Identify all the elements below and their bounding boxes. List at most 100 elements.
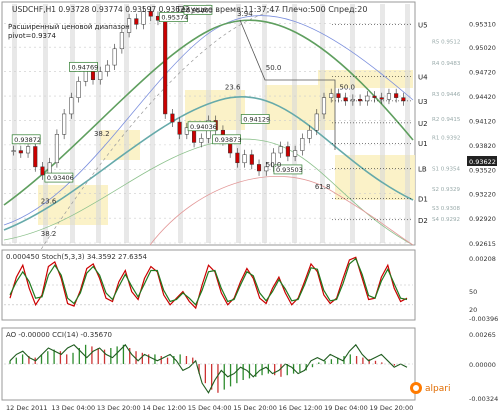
pivot-label: R5 0.9512	[432, 40, 460, 46]
time-label: 12 Dec 2011	[6, 404, 48, 412]
level-label: D2	[418, 217, 428, 225]
candle-body	[394, 93, 399, 98]
candle-body	[350, 99, 355, 102]
pivot-label: R2 0.9415	[432, 117, 461, 123]
candle-body	[365, 95, 370, 102]
candle-body	[54, 134, 59, 164]
price-tick: 0.92615	[469, 240, 496, 248]
time-label: 19 Dec 04:00	[324, 404, 368, 412]
candle-body	[134, 18, 139, 25]
candle-body	[119, 32, 124, 50]
pivot-label: R1 0.9392	[432, 136, 460, 142]
candle-body	[76, 81, 81, 98]
candle-body	[343, 97, 348, 102]
level-label: U5	[418, 21, 428, 29]
price-tick: 0.95310	[469, 21, 496, 29]
session-band	[70, 4, 75, 243]
time-label: 16 Dec 12:00	[279, 404, 323, 412]
pivot-label: S2 0.9329	[432, 187, 460, 193]
fib-label: 50.0	[266, 161, 282, 169]
candle-body	[235, 152, 240, 164]
candle-body	[372, 95, 377, 98]
osc-axis: 0.00265 0.00000 -0.00324	[469, 331, 498, 403]
time-label: 15 Dec 04:00	[188, 404, 232, 412]
price-tick: 0.93220	[469, 191, 496, 199]
time-axis: 12 Dec 2011 13 Dec 04:00 13 Dec 20:00 14 De…	[6, 404, 413, 412]
stoch-axis: 0.00208 50 20-0.00396	[469, 255, 498, 323]
pivot-label: R4 0.9483	[432, 61, 461, 67]
fib-label: 50.0	[266, 64, 282, 72]
level-label: D1	[418, 196, 428, 204]
candle-body	[386, 93, 392, 100]
candle-body	[401, 97, 406, 102]
osc-title: AO -0.00000 CCI(14) -0.35670	[6, 331, 112, 339]
candle-body	[321, 97, 327, 115]
candle-body	[105, 64, 110, 72]
candle-body	[285, 146, 290, 157]
session-band	[350, 4, 355, 243]
session-band	[236, 4, 241, 243]
price-axis[interactable]: 0.95310 0.95020 0.94720 0.94420 0.94120 0.938…	[467, 21, 497, 248]
fib-label: 61.8	[315, 183, 331, 191]
chart-canvas[interactable]: 0.953740.954630.947690.940360.941290.938…	[0, 0, 500, 413]
level-label: U4	[418, 73, 428, 81]
candle-body	[199, 138, 204, 143]
symbol-info-text: USDCHF,H1 0.93728 0.93774 0.93597 0.9362…	[12, 5, 190, 14]
time-label: 15 Dec 20:00	[233, 404, 277, 412]
price-tick: 0.92920	[469, 215, 496, 223]
time-label: 13 Dec 20:00	[97, 404, 141, 412]
candle-body	[314, 113, 319, 131]
session-band	[150, 4, 155, 243]
session-band	[292, 4, 297, 243]
candle-body	[358, 99, 363, 102]
session-band	[380, 4, 385, 243]
candle-body	[300, 138, 305, 151]
pivot-label: S3 0.9308	[432, 206, 460, 212]
fib-label: 23.6	[41, 198, 57, 206]
stoch-axis-tick: -0.00396	[469, 315, 498, 323]
pivot-label: S4 0.9292	[432, 217, 460, 223]
alpari-logo: alpari	[410, 382, 450, 394]
candle-body	[256, 164, 262, 172]
osc-axis-tick: 0.00000	[469, 361, 496, 369]
candle-body	[242, 154, 247, 164]
level-label: U1	[418, 140, 428, 148]
candle-body	[112, 48, 117, 66]
pivot-label: S1 0.9354	[432, 167, 460, 173]
price-marker-text: 0.94036	[190, 123, 217, 131]
osc-axis-tick: 0.00265	[469, 331, 496, 339]
candle-body	[170, 113, 175, 123]
session-band	[320, 4, 325, 243]
candle-body	[177, 121, 182, 135]
candle-body	[40, 166, 45, 176]
price-tick: 0.94420	[469, 93, 496, 101]
price-tick: 0.93520	[469, 166, 496, 174]
current-price-text: 0.93622	[469, 158, 496, 166]
osc-axis-tick: -0.00324	[469, 395, 498, 403]
candle-body	[379, 97, 384, 100]
fib-label: 38.2	[41, 230, 57, 238]
stoch-axis-tick: 50	[469, 288, 477, 296]
stoch-title: 0.000450 Stoch(5,3,3) 34.3592 27.6354	[6, 253, 148, 261]
candle-body	[307, 129, 312, 139]
session-band	[405, 4, 410, 243]
candle-body	[278, 146, 283, 154]
candle-body	[336, 93, 341, 98]
session-band	[124, 4, 129, 243]
broker-logo-text: alpari	[425, 384, 450, 394]
fib-label: 38.2	[94, 130, 110, 138]
candle-body	[293, 150, 298, 157]
time-label: 13 Dec 04:00	[51, 404, 95, 412]
price-marker-text: 0.94769	[71, 63, 98, 71]
mt4-chart-window[interactable]: 0.95374 0.95463 0.94769 0.94036 0.94129 0.938…	[0, 0, 500, 413]
time-label: 19 Dec 20:00	[370, 404, 414, 412]
price-marker-text: 0.93406	[47, 174, 74, 182]
price-tick: 0.93820	[469, 142, 496, 150]
price-marker-text: 0.95374	[161, 14, 188, 22]
candle-body	[11, 150, 16, 152]
fib-label: 23.6	[225, 84, 241, 92]
fib-zone	[318, 70, 413, 88]
stoch-axis-tick: 20	[469, 306, 477, 314]
candle-body	[329, 93, 334, 98]
level-label: LB	[418, 165, 427, 173]
